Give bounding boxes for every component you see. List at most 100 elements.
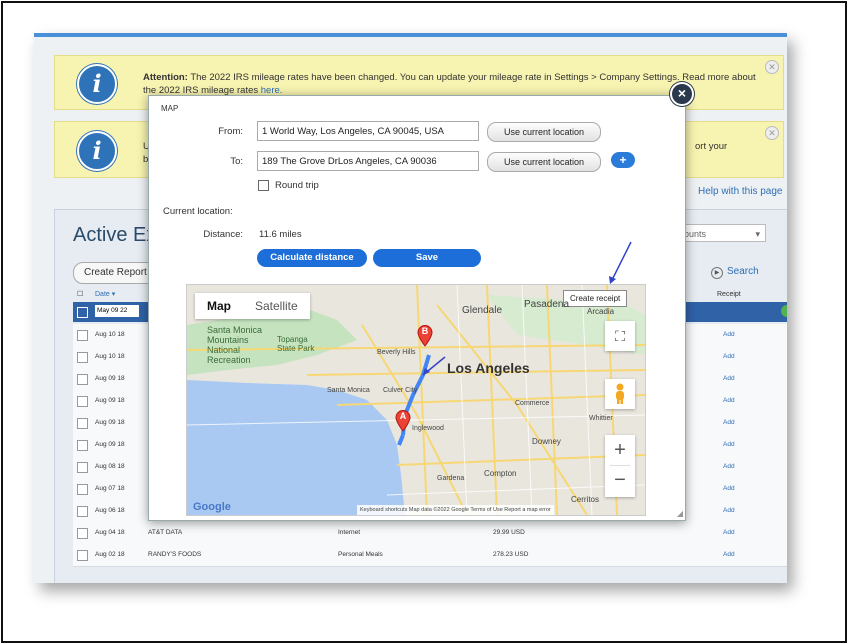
row-merchant: AT&T DATA xyxy=(148,529,183,536)
row-merchant: RANDY'S FOODS xyxy=(148,551,202,558)
close-dialog-button[interactable]: × xyxy=(670,82,694,106)
from-address-input[interactable]: 1 World Way, Los Angeles, CA 90045, USA xyxy=(257,121,479,141)
search-label: Search xyxy=(727,266,759,277)
row-amount: 278.23 USD xyxy=(493,551,529,558)
create-receipt-button[interactable]: Create receipt xyxy=(563,290,628,307)
map-label-commerce: Commerce xyxy=(515,400,550,407)
add-receipt-link[interactable]: Add xyxy=(723,507,735,514)
zoom-in-button[interactable]: + xyxy=(605,435,635,465)
add-receipt-link[interactable]: Add xyxy=(723,375,735,382)
marker-a-label: A xyxy=(399,411,407,421)
map-label-compton: Compton xyxy=(484,469,517,478)
map-label-beverly-hills: Beverly Hills xyxy=(377,349,416,356)
round-trip-label: Round trip xyxy=(275,180,319,191)
row-checkbox[interactable] xyxy=(77,374,88,385)
help-link[interactable]: Help with this page xyxy=(698,186,783,197)
row-checkbox[interactable] xyxy=(77,396,88,407)
distance-value: 11.6 miles xyxy=(259,229,302,240)
add-receipt-link[interactable]: Add xyxy=(723,353,735,360)
zoom-controls: + − xyxy=(605,435,635,497)
row-checkbox[interactable] xyxy=(77,484,88,495)
add-receipt-link[interactable]: Add xyxy=(723,331,735,338)
row-date: Aug 04 18 xyxy=(95,529,125,536)
calculate-distance-button[interactable]: Calculate distance xyxy=(257,249,367,267)
row-checkbox[interactable] xyxy=(77,440,88,451)
close-alert-icon[interactable]: ✕ xyxy=(765,126,779,140)
info-icon: i xyxy=(77,64,117,104)
row-category: Personal Meals xyxy=(338,551,383,558)
map-label-mountains: Mountains xyxy=(207,335,249,345)
close-alert-icon[interactable]: ✕ xyxy=(765,60,779,74)
add-icon[interactable] xyxy=(781,305,787,317)
row-checkbox[interactable] xyxy=(77,418,88,429)
add-receipt-link[interactable]: Add xyxy=(723,441,735,448)
map-type-tabs: Map Satellite xyxy=(195,293,310,319)
use-current-location-to-button[interactable]: Use current location xyxy=(487,152,601,172)
map-label-national: National xyxy=(207,345,241,355)
tab-satellite[interactable]: Satellite xyxy=(243,293,310,319)
add-receipt-link[interactable]: Add xyxy=(723,485,735,492)
use-current-location-from-button[interactable]: Use current location xyxy=(487,122,601,142)
map-canvas xyxy=(187,285,645,515)
create-report-button[interactable]: Create Report xyxy=(73,262,158,284)
add-receipt-link[interactable]: Add xyxy=(723,463,735,470)
row-date: Aug 02 18 xyxy=(95,551,125,558)
map-label-whittier: Whittier xyxy=(589,415,613,422)
zoom-out-button[interactable]: − xyxy=(605,466,635,496)
alert-text: The 2022 IRS mileage rates have been cha… xyxy=(143,72,756,96)
add-receipt-link[interactable]: Add xyxy=(723,419,735,426)
to-address-input[interactable]: 189 The Grove DrLos Angeles, CA 90036 xyxy=(257,151,479,171)
row-checkbox[interactable] xyxy=(77,550,88,561)
row-amount: 29.99 USD xyxy=(493,529,525,536)
add-receipt-link[interactable]: Add xyxy=(723,529,735,536)
row-date: Aug 09 18 xyxy=(95,375,125,382)
top-accent-bar xyxy=(34,33,787,37)
table-row[interactable]: Aug 04 18 AT&T DATA Internet 29.99 USD Add xyxy=(73,522,787,545)
resize-handle-icon[interactable]: ◢ xyxy=(677,509,683,518)
date-column-header[interactable]: Date ▾ xyxy=(95,288,115,302)
row-date: Aug 07 18 xyxy=(95,485,125,492)
google-logo: Google xyxy=(193,501,231,513)
tab-map[interactable]: Map xyxy=(195,293,243,319)
select-all-checkbox[interactable]: ☐ xyxy=(77,288,83,302)
date-input[interactable]: May 09 22 xyxy=(95,305,139,317)
row-date: Aug 06 18 xyxy=(95,507,125,514)
route-map[interactable]: Map Satellite Create receipt Glendale Pa… xyxy=(186,284,646,516)
row-checkbox[interactable] xyxy=(77,528,88,539)
map-label-state-park: State Park xyxy=(277,344,315,353)
row-checkbox[interactable] xyxy=(77,352,88,363)
to-label: To: xyxy=(230,156,243,167)
row-checkbox[interactable] xyxy=(77,307,88,318)
distance-label: Distance: xyxy=(203,229,243,240)
play-icon: ▶ xyxy=(711,267,723,279)
from-label: From: xyxy=(218,126,243,137)
row-checkbox[interactable] xyxy=(77,462,88,473)
row-checkbox[interactable] xyxy=(77,506,88,517)
marker-b-pin[interactable]: B xyxy=(417,325,433,347)
search-button[interactable]: ▶ Search xyxy=(711,266,759,279)
chevron-down-icon: ▾ xyxy=(755,229,760,239)
map-label-santa-monica-mtns: Santa Monica xyxy=(207,325,263,335)
row-checkbox[interactable] xyxy=(77,330,88,341)
date-header-label: Date xyxy=(95,291,110,298)
map-label-arcadia: Arcadia xyxy=(587,307,615,316)
map-footer[interactable]: Keyboard shortcuts Map data ©2022 Google… xyxy=(357,505,554,515)
table-row[interactable]: Aug 02 18 RANDY'S FOODS Personal Meals 278.… xyxy=(73,544,787,567)
row-date: Aug 08 18 xyxy=(95,463,125,470)
row-date: Aug 10 18 xyxy=(95,331,125,338)
marker-a-pin[interactable]: A xyxy=(395,410,411,432)
map-label-glendale: Glendale xyxy=(462,305,503,316)
map-label-culver-city: Culver City xyxy=(383,387,418,394)
add-receipt-link[interactable]: Add xyxy=(723,397,735,404)
dialog-title: MAP xyxy=(161,104,179,113)
add-receipt-link[interactable]: Add xyxy=(723,551,735,558)
row-date: Aug 09 18 xyxy=(95,441,125,448)
save-button[interactable]: Save xyxy=(373,249,481,267)
street-view-pegman-icon[interactable] xyxy=(605,379,635,409)
round-trip-checkbox[interactable] xyxy=(258,180,269,191)
map-label-gardena: Gardena xyxy=(437,475,465,482)
info-icon: i xyxy=(77,131,117,171)
fullscreen-icon[interactable]: ⛶ xyxy=(605,321,635,351)
map-label-santa-monica: Santa Monica xyxy=(327,387,370,394)
add-stop-button[interactable]: + xyxy=(611,152,635,168)
